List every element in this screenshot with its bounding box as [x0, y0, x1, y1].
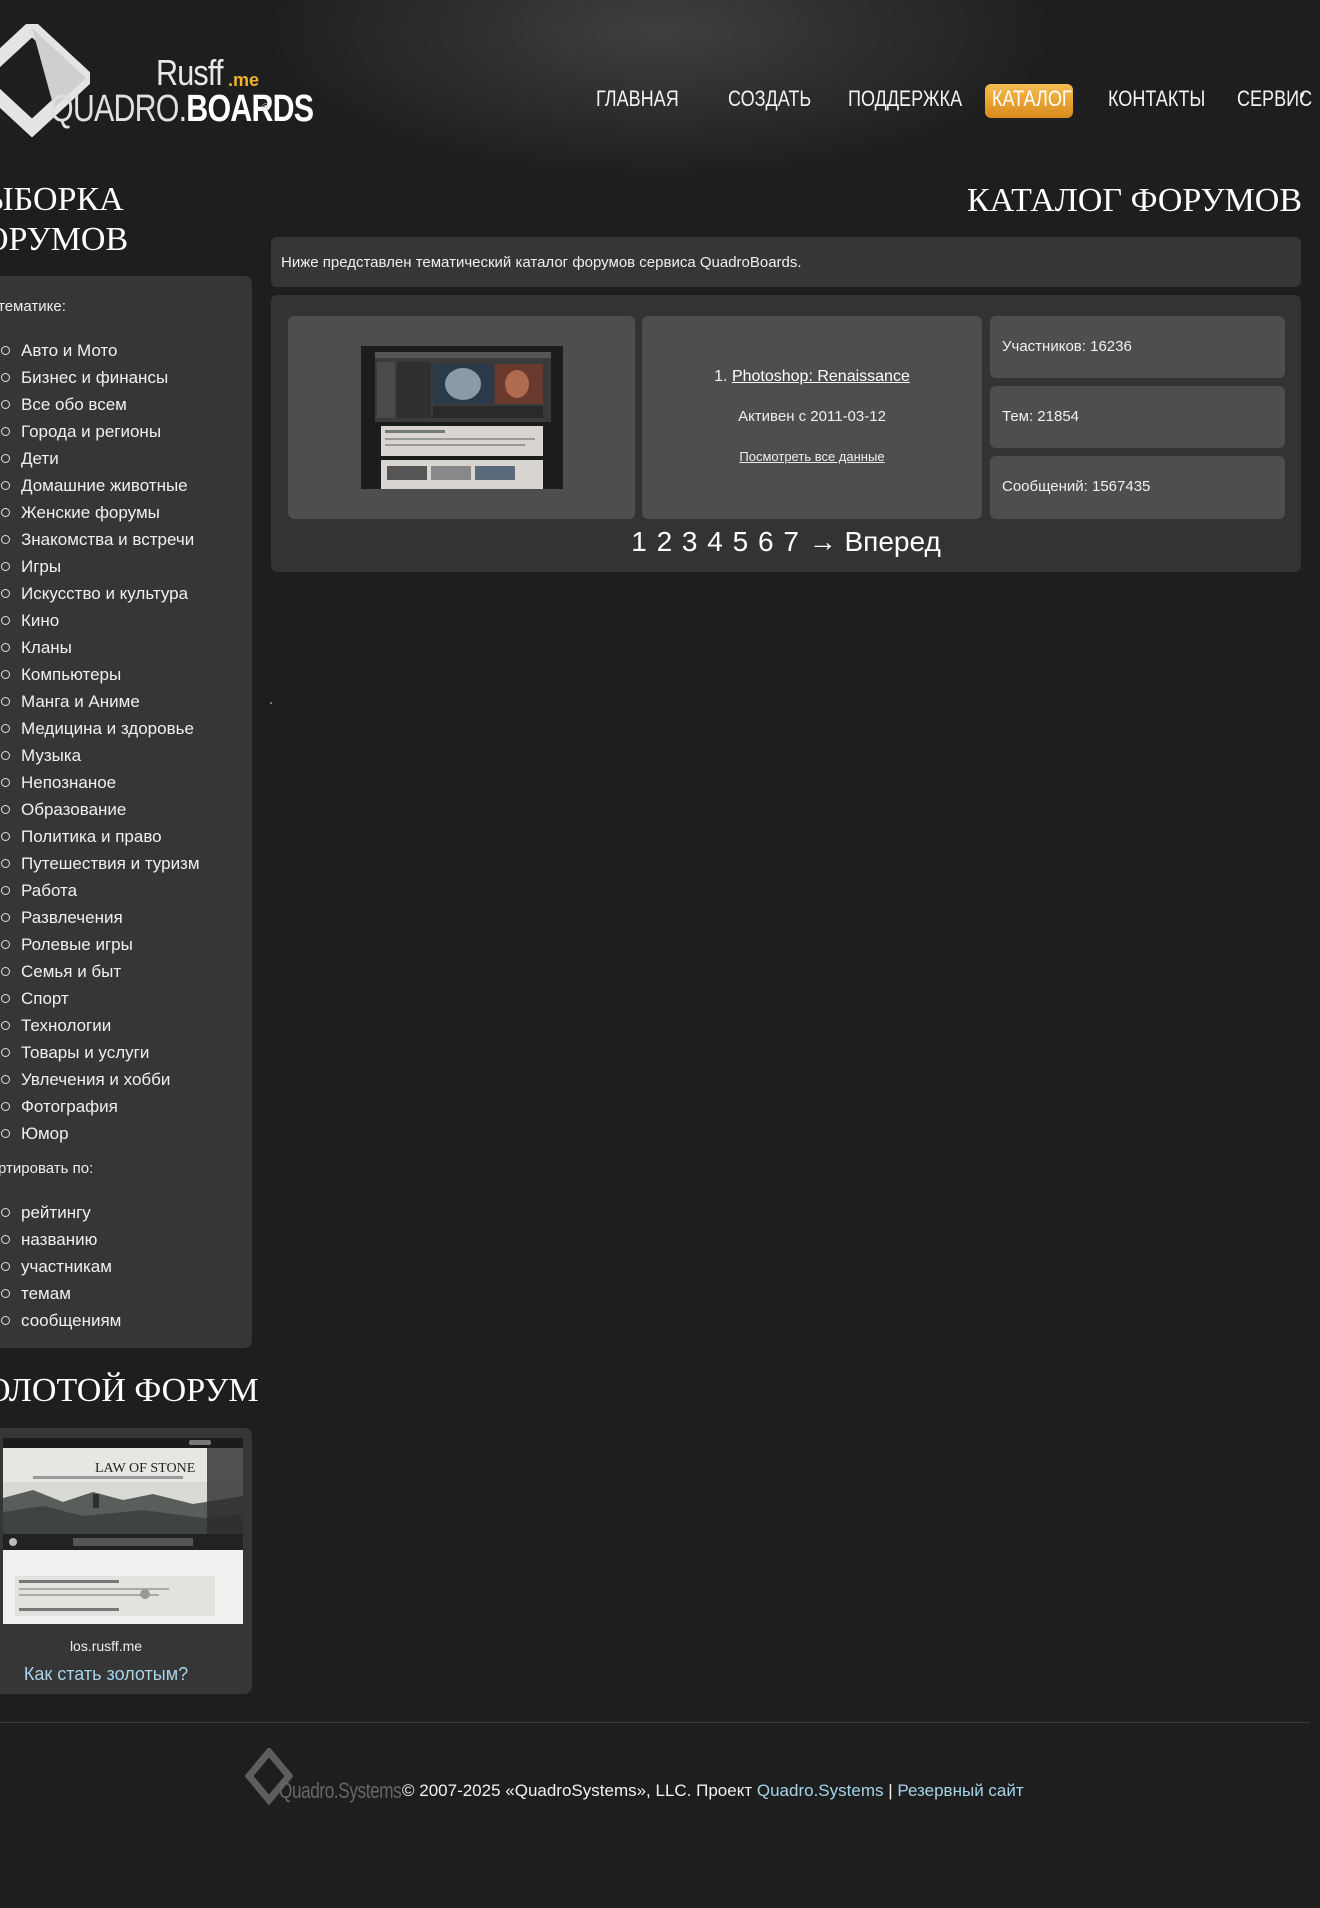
catalog-intro: Ниже представлен тематический каталог фо… — [271, 237, 1301, 287]
main-nav: ГЛАВНАЯ СОЗДАТЬ ПОДДЕРЖКА КАТАЛОГ КОНТАК… — [0, 84, 1320, 120]
theme-link[interactable]: Юмор — [0, 1121, 200, 1148]
nav-create[interactable]: СОЗДАТЬ — [728, 86, 811, 112]
theme-link[interactable]: Политика и право — [0, 824, 200, 851]
theme-link[interactable]: Музыка — [0, 743, 200, 770]
next-page-link[interactable]: → Вперед — [809, 526, 941, 557]
gold-forum-preview-image: LAW OF STONE — [3, 1438, 243, 1624]
theme-link[interactable]: Кланы — [0, 635, 200, 662]
theme-link[interactable]: Увлечения и хобби — [0, 1067, 200, 1094]
forum-title: 1. Photoshop: Renaissance — [642, 368, 982, 386]
sort-option-link[interactable]: рейтингу — [0, 1200, 121, 1227]
page-link[interactable]: 1 — [631, 526, 647, 557]
sort-label: ртировать по: — [0, 1160, 94, 1177]
chevron-down-icon[interactable]: ▾ — [1300, 90, 1305, 101]
backup-site-link[interactable]: Резервный сайт — [897, 1781, 1023, 1800]
theme-link[interactable]: Манга и Аниме — [0, 689, 200, 716]
theme-link[interactable]: Дети — [0, 446, 200, 473]
forum-name-link[interactable]: Photoshop: Renaissance — [732, 368, 910, 385]
theme-link[interactable]: Кино — [0, 608, 200, 635]
footer-copyright: © 2007-2025 «QuadroSystems», LLC. Проект… — [402, 1781, 1024, 1801]
theme-link[interactable]: Домашние животные — [0, 473, 200, 500]
footer-logo-text: Quadro.Systems — [279, 1778, 402, 1803]
theme-link[interactable]: Товары и услуги — [0, 1040, 200, 1067]
footer-logo[interactable]: Quadro.Systems — [244, 1746, 402, 1811]
theme-link[interactable]: Медицина и здоровье — [0, 716, 200, 743]
members-stat-card: Участников: 16236 — [990, 316, 1285, 378]
gold-forum-url[interactable]: los.rusff.me — [0, 1638, 232, 1654]
sort-option-link[interactable]: сообщениям — [0, 1308, 121, 1335]
topics-count: Тем: 21854 — [1002, 408, 1080, 425]
footer-separator: | — [888, 1781, 893, 1800]
page-link[interactable]: 7 — [783, 526, 799, 557]
svg-text:LAW OF STONE: LAW OF STONE — [95, 1461, 195, 1476]
theme-link[interactable]: Развлечения — [0, 905, 200, 932]
theme-link[interactable]: Города и регионы — [0, 419, 200, 446]
theme-link[interactable]: Компьютеры — [0, 662, 200, 689]
theme-link[interactable]: Знакомства и встречи — [0, 527, 200, 554]
theme-link[interactable]: Фотография — [0, 1094, 200, 1121]
nav-catalog[interactable]: КАТАЛОГ — [992, 86, 1072, 112]
by-theme-label: тематике: — [0, 298, 66, 315]
gold-forum-title: ОЛОТОЙ ФОРУМ — [0, 1372, 259, 1409]
sort-option-link[interactable]: названию — [0, 1227, 121, 1254]
copyright-text: © 2007-2025 «QuadroSystems», LLC. Проект — [402, 1781, 753, 1800]
theme-list: Авто и Мото Бизнес и финансы Все обо всем Г… — [0, 338, 200, 1148]
forum-thumbnail-card — [288, 316, 635, 519]
quadro-systems-link[interactable]: Quadro.Systems — [757, 1781, 884, 1800]
forum-active-since: Активен с 2011-03-12 — [738, 408, 886, 425]
page-link[interactable]: 2 — [657, 526, 673, 557]
theme-link[interactable]: Искусство и культура — [0, 581, 200, 608]
theme-link[interactable]: Непознаное — [0, 770, 200, 797]
gold-forum-panel: LAW OF STONE los.rusff.me Как стать золо… — [0, 1428, 252, 1694]
theme-link[interactable]: Авто и Мото — [0, 338, 200, 365]
page-link[interactable]: 4 — [707, 526, 723, 557]
theme-link[interactable]: Спорт — [0, 986, 200, 1013]
page-title: КАТАЛОГ ФОРУМОВ — [966, 182, 1302, 219]
divider-dot — [270, 702, 272, 704]
theme-link[interactable]: Все обо всем — [0, 392, 200, 419]
page-link[interactable]: 3 — [682, 526, 698, 557]
page-link[interactable]: 6 — [758, 526, 774, 557]
forum-info-card: 1. Photoshop: Renaissance Активен с 2011… — [642, 316, 982, 519]
sidebar-title: ЫБОРКА ОРУМОВ — [0, 181, 129, 258]
page-link[interactable]: 5 — [733, 526, 749, 557]
nav-home[interactable]: ГЛАВНАЯ — [596, 86, 679, 112]
forum-rank: 1. — [714, 368, 728, 385]
site-logo[interactable]: Rusff .me QUADRO.BOARDS ® — [0, 18, 314, 138]
nav-contacts[interactable]: КОНТАКТЫ — [1108, 86, 1205, 112]
gold-forum-screenshot[interactable]: LAW OF STONE — [3, 1438, 243, 1624]
sidebar-filter-panel: тематике: Авто и Мото Бизнес и финансы Все… — [0, 276, 252, 1348]
sort-option-link[interactable]: темам — [0, 1281, 121, 1308]
theme-link[interactable]: Ролевые игры — [0, 932, 200, 959]
topics-stat-card: Тем: 21854 — [990, 386, 1285, 448]
theme-link[interactable]: Технологии — [0, 1013, 200, 1040]
theme-link[interactable]: Работа — [0, 878, 200, 905]
theme-link[interactable]: Образование — [0, 797, 200, 824]
view-all-data-link[interactable]: Посмотреть все данные — [642, 449, 982, 464]
forum-preview-image — [361, 346, 563, 489]
theme-link[interactable]: Путешествия и туризм — [0, 851, 200, 878]
intro-text: Ниже представлен тематический каталог фо… — [281, 254, 802, 271]
how-to-become-gold-link[interactable]: Как стать золотым? — [0, 1664, 232, 1685]
footer-divider — [0, 1722, 1310, 1723]
forum-catalog-panel: 1. Photoshop: Renaissance Активен с 2011… — [271, 295, 1301, 572]
sort-list: рейтингу названию участникам темам сообщения… — [0, 1200, 121, 1335]
theme-link[interactable]: Бизнес и финансы — [0, 365, 200, 392]
members-count: Участников: 16236 — [1002, 338, 1132, 355]
forum-screenshot[interactable] — [361, 346, 563, 489]
posts-stat-card: Сообщений: 1567435 — [990, 456, 1285, 519]
theme-link[interactable]: Игры — [0, 554, 200, 581]
posts-count: Сообщений: 1567435 — [1002, 478, 1151, 495]
theme-link[interactable]: Семья и быт — [0, 959, 200, 986]
nav-support[interactable]: ПОДДЕРЖКА — [848, 86, 962, 112]
pagination: 1 2 3 4 5 6 7 → Вперед — [271, 526, 1301, 558]
theme-link[interactable]: Женские форумы — [0, 500, 200, 527]
sort-option-link[interactable]: участникам — [0, 1254, 121, 1281]
